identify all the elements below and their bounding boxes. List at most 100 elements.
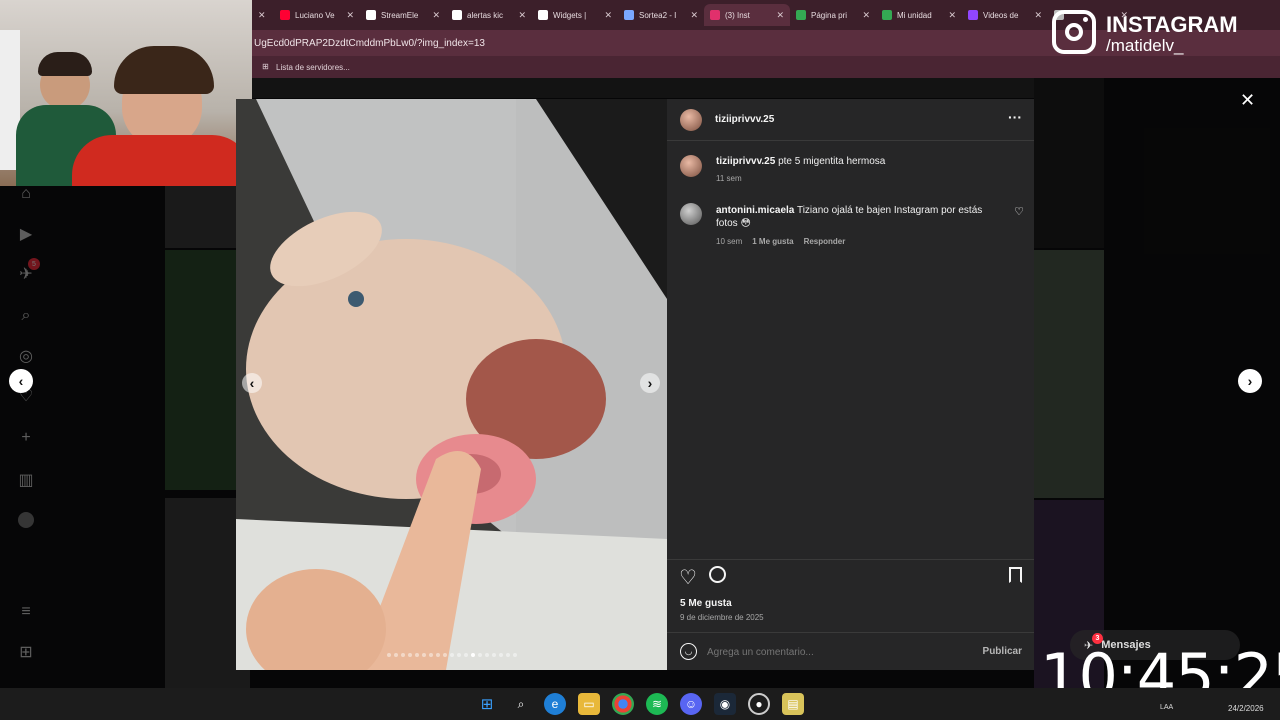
watermark-title: INSTAGRAM xyxy=(1106,12,1238,37)
close-modal-icon[interactable]: ✕ xyxy=(1240,90,1255,111)
carousel-dot xyxy=(456,653,461,657)
bookmark-icon[interactable] xyxy=(1009,567,1022,583)
author-avatar[interactable] xyxy=(680,109,702,131)
search-icon[interactable]: ⌕ xyxy=(510,693,532,715)
author-username[interactable]: tiziiprivvv.25 xyxy=(715,114,774,125)
comment-username[interactable]: antonini.micaela xyxy=(716,205,794,216)
carousel-dot xyxy=(435,653,440,657)
comment-like-heart-icon[interactable]: ♡ xyxy=(1014,205,1024,218)
comment-bubble-icon[interactable] xyxy=(709,566,726,583)
previous-post-button[interactable]: ‹ xyxy=(9,369,33,393)
carousel-dot xyxy=(491,653,496,657)
comment-avatar[interactable] xyxy=(680,203,702,225)
carousel-dot xyxy=(463,653,468,657)
tab-label: Luciano Ve xyxy=(295,10,335,20)
chevron-right-icon: › xyxy=(647,375,653,391)
chevron-right-icon: › xyxy=(1247,373,1253,389)
carousel-prev-button[interactable]: ‹ xyxy=(242,373,262,393)
instagram-watermark: INSTAGRAM /matidelv_ xyxy=(1052,10,1280,58)
instagram-logo-icon xyxy=(1052,10,1096,54)
emoji-icon[interactable]: ◡ xyxy=(680,643,697,660)
browser-tab[interactable]: alertas kic ✕ xyxy=(446,4,532,26)
chevron-left-icon: ‹ xyxy=(249,375,255,391)
sortea-icon xyxy=(624,10,634,20)
close-tab-icon[interactable]: ✕ xyxy=(862,10,870,21)
anchor-icon xyxy=(366,10,376,20)
carousel-dot xyxy=(477,653,482,657)
carousel-dot xyxy=(512,653,517,657)
carousel-dot xyxy=(442,653,447,657)
comment-likes[interactable]: 1 Me gusta xyxy=(752,237,793,246)
caption-avatar[interactable] xyxy=(680,155,702,177)
browser-tab[interactable]: Página pri ✕ xyxy=(790,4,876,26)
carousel-dot xyxy=(449,653,454,657)
close-tab-icon[interactable]: ✕ xyxy=(776,10,784,21)
tab-label: Widgets | xyxy=(553,10,587,20)
browser-tab[interactable]: Sortea2 - I ✕ xyxy=(618,4,704,26)
caption-text: pte 5 migentita hermosa xyxy=(778,156,886,167)
close-tab-icon[interactable]: ✕ xyxy=(690,10,698,21)
tab-label: Página pri xyxy=(811,10,848,20)
bookmarks-bar: ⊞ Lista de servidores... xyxy=(252,56,1280,78)
next-post-button[interactable]: › xyxy=(1238,369,1262,393)
close-tab-icon[interactable]: ✕ xyxy=(948,10,956,21)
browser-tab[interactable]: Videos de ✕ xyxy=(962,4,1048,26)
windows-taskbar: ⊞ ⌕ e ▭ ≋ ☺ ◉ ● ▤ xyxy=(0,688,1280,720)
steam-icon[interactable]: ◉ xyxy=(714,693,736,715)
browser-tab[interactable]: (3) Inst ✕ xyxy=(704,4,790,26)
discord-icon[interactable]: ☺ xyxy=(680,693,702,715)
drive-icon xyxy=(796,10,806,20)
close-tab-icon[interactable]: ✕ xyxy=(518,10,526,21)
more-options-icon[interactable]: ··· xyxy=(1008,109,1022,125)
input-language[interactable]: LAA xyxy=(1160,704,1173,711)
carousel-dot xyxy=(421,653,426,657)
edge-icon[interactable]: e xyxy=(544,693,566,715)
bookmark-item[interactable]: Lista de servidores... xyxy=(276,63,350,72)
file-explorer-icon[interactable]: ▭ xyxy=(578,693,600,715)
carousel-dot xyxy=(428,653,433,657)
tab-label: Mi unidad xyxy=(897,10,932,20)
browser-tab[interactable]: StreamEle ✕ xyxy=(360,4,446,26)
caption-time: 11 sem xyxy=(716,174,742,183)
notes-app-icon[interactable]: ▤ xyxy=(782,693,804,715)
post-photo[interactable]: ‹ › xyxy=(236,99,667,670)
browser-tab[interactable]: Widgets | ✕ xyxy=(532,4,618,26)
carousel-next-button[interactable]: › xyxy=(640,373,660,393)
tray-date[interactable]: 24/2/2026 xyxy=(1228,704,1264,713)
reply-button[interactable]: Responder xyxy=(804,237,846,246)
drive-icon xyxy=(882,10,892,20)
browser-tab[interactable]: ✕ xyxy=(252,4,274,26)
like-heart-icon[interactable]: ♡ xyxy=(679,565,697,590)
browser-tab[interactable]: Mi unidad ✕ xyxy=(876,4,962,26)
post-header: tiziiprivvv.25 ··· xyxy=(667,99,1034,141)
carousel-dot xyxy=(470,653,475,657)
close-tab-icon[interactable]: ✕ xyxy=(604,10,612,21)
post-details-panel: tiziiprivvv.25 ··· tiziiprivvv.25 pte 5 … xyxy=(667,99,1034,670)
comment-input[interactable] xyxy=(705,641,945,663)
comment-composer: ◡ Publicar xyxy=(667,632,1034,670)
start-button-icon[interactable]: ⊞ xyxy=(476,693,498,715)
tab-label: StreamEle xyxy=(381,10,419,20)
twitch-icon xyxy=(968,10,978,20)
carousel-dot xyxy=(407,653,412,657)
close-tab-icon[interactable]: ✕ xyxy=(432,10,440,21)
post-date: 9 de diciembre de 2025 xyxy=(680,613,764,622)
spotify-icon[interactable]: ≋ xyxy=(646,693,668,715)
carousel-dot xyxy=(400,653,405,657)
likes-count[interactable]: 5 Me gusta xyxy=(680,598,732,609)
publish-button[interactable]: Publicar xyxy=(983,646,1022,657)
tab-label: alertas kic xyxy=(467,10,504,20)
browser-tab[interactable]: Luciano Ve ✕ xyxy=(274,4,360,26)
carousel-dot xyxy=(498,653,503,657)
carousel-dot xyxy=(393,653,398,657)
close-tab-icon[interactable]: ✕ xyxy=(1034,10,1042,21)
webcam-feed xyxy=(0,0,252,186)
carousel-dot xyxy=(414,653,419,657)
carousel-dot xyxy=(386,653,391,657)
carousel-dot xyxy=(484,653,489,657)
close-tab-icon[interactable]: ✕ xyxy=(346,10,354,21)
close-tab-icon[interactable]: ✕ xyxy=(258,10,266,21)
caption-username[interactable]: tiziiprivvv.25 xyxy=(716,156,775,167)
chrome-icon[interactable] xyxy=(612,693,634,715)
obs-icon[interactable]: ● xyxy=(748,693,770,715)
